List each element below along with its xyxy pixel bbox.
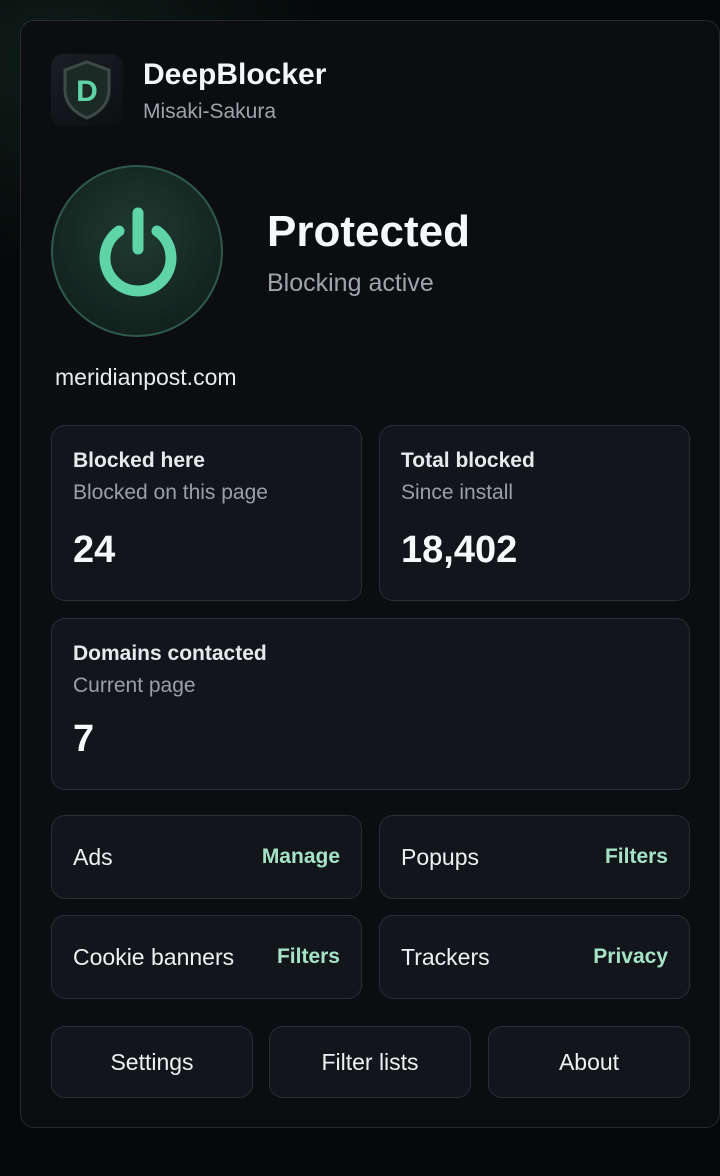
category-label: Popups	[401, 844, 480, 870]
status-subtitle: Blocking active	[267, 269, 434, 297]
category-label: Cookie banners	[73, 944, 235, 970]
popups-filters-link[interactable]: Filters	[605, 845, 668, 869]
filter-lists-button[interactable]: Filter lists	[269, 1026, 471, 1098]
about-button[interactable]: About	[488, 1026, 690, 1098]
stat-subtitle: Since install	[401, 481, 514, 504]
stat-title: Domains contacted	[73, 642, 267, 665]
stat-value: 18,402	[401, 529, 518, 571]
ads-manage-link[interactable]: Manage	[262, 845, 340, 869]
category-label: Trackers	[401, 944, 490, 970]
stat-card-blocked-here: Blocked here Blocked on this page 24	[51, 425, 362, 601]
category-cookie-banners: Cookie banners Filters	[51, 915, 362, 999]
trackers-privacy-link[interactable]: Privacy	[593, 945, 668, 969]
stat-title: Blocked here	[73, 449, 205, 472]
stat-card-domains-contacted: Domains contacted Current page 7	[51, 618, 690, 790]
extension-popup: D DeepBlocker Misaki-Sakura Protected Bl…	[20, 20, 720, 1128]
header: D DeepBlocker Misaki-Sakura	[51, 54, 691, 126]
category-ads: Ads Manage	[51, 815, 362, 899]
stat-card-total-blocked: Total blocked Since install 18,402	[379, 425, 690, 601]
cookie-banners-filters-link[interactable]: Filters	[277, 945, 340, 969]
stat-value: 24	[73, 529, 116, 571]
shield-icon: D	[63, 60, 111, 120]
power-icon	[99, 207, 177, 297]
app-logo: D	[51, 54, 123, 126]
category-label: Ads	[73, 844, 113, 870]
status-title: Protected	[267, 207, 470, 256]
stat-value: 7	[73, 718, 95, 760]
stat-subtitle: Current page	[73, 674, 196, 697]
current-site-domain: meridianpost.com	[55, 364, 237, 390]
stat-title: Total blocked	[401, 449, 535, 472]
app-title: DeepBlocker	[143, 58, 327, 91]
logo-letter: D	[76, 75, 98, 108]
settings-button[interactable]: Settings	[51, 1026, 253, 1098]
stat-subtitle: Blocked on this page	[73, 481, 268, 504]
category-popups: Popups Filters	[379, 815, 690, 899]
protection-toggle-button[interactable]	[51, 165, 223, 337]
category-trackers: Trackers Privacy	[379, 915, 690, 999]
app-subtitle: Misaki-Sakura	[143, 100, 277, 123]
